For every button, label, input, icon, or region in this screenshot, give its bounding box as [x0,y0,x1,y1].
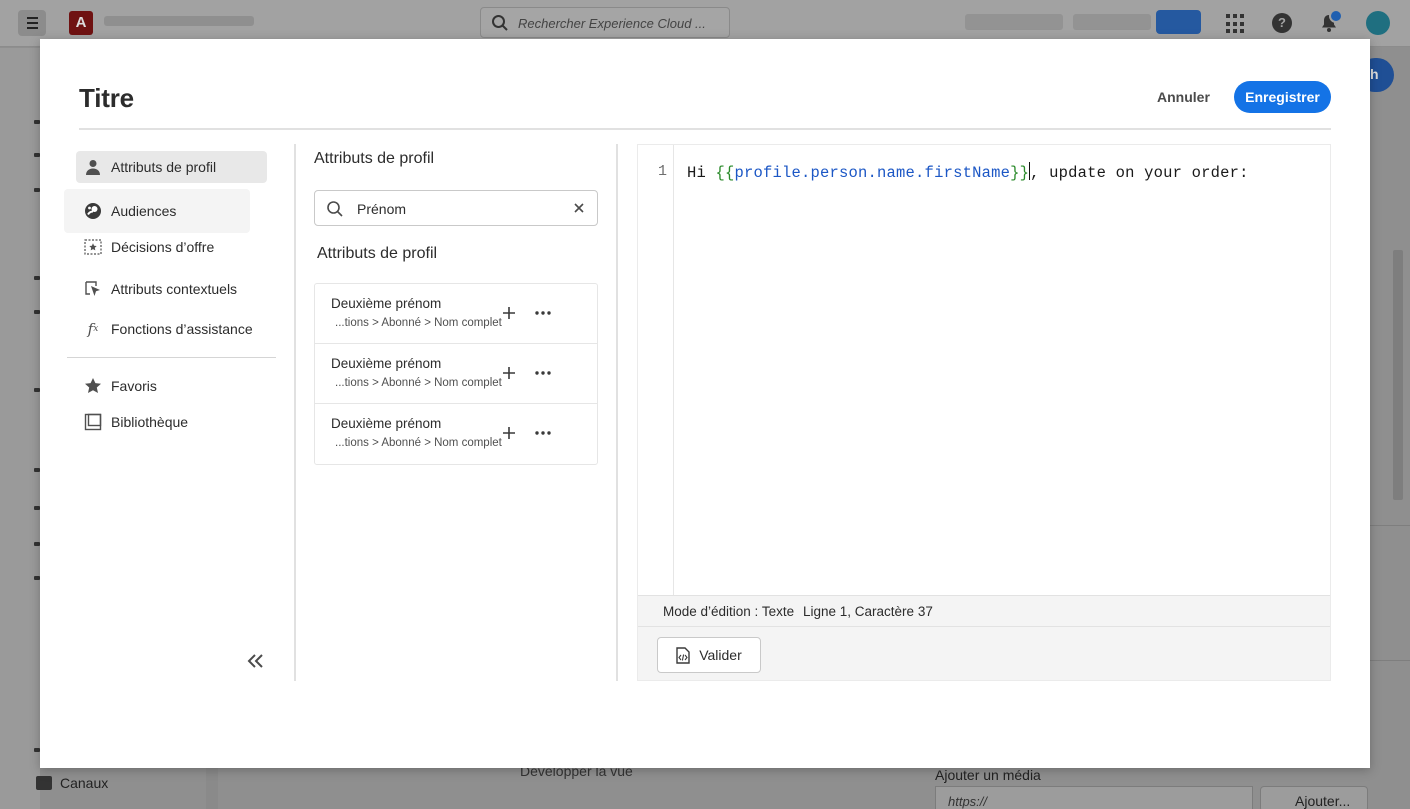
divider [1370,660,1410,661]
add-icon[interactable] [500,424,518,442]
scrollbar[interactable] [1393,250,1403,500]
nav-item-audiences[interactable]: Audiences [64,189,250,233]
list-item[interactable]: Deuxième prénom ...tions > Abonné > Nom … [315,344,597,404]
library-icon [84,413,102,431]
menu-icon[interactable] [18,10,46,36]
nav-item-channels[interactable]: Canaux [36,775,108,791]
save-button[interactable]: Enregistrer [1234,81,1331,113]
app-name-placeholder [104,16,254,26]
environment-badge[interactable] [1156,10,1201,34]
attribute-search-input[interactable] [357,199,557,219]
more-icon[interactable] [533,364,553,382]
validate-button[interactable]: Valider [657,637,761,673]
code-close-brace: }} [1010,164,1030,182]
attribute-name: Deuxième prénom [331,416,442,431]
attribute-search[interactable] [314,190,598,226]
attribute-path: ...tions > Abonné > Nom complet [335,377,502,389]
search-icon [492,15,508,31]
validate-code-icon [676,646,690,664]
global-search-placeholder: Rechercher Experience Cloud ... [518,16,706,31]
help-icon[interactable]: ? [1272,13,1292,33]
nav-item-label: Fonctions d’assistance [111,321,253,337]
cancel-button[interactable]: Annuler [1143,81,1224,113]
audience-icon [84,202,102,220]
scrollbar[interactable] [206,768,218,809]
sandbox-selector[interactable] [1073,14,1151,30]
nav-item-library[interactable]: Bibliothèque [76,406,267,438]
expression-editor[interactable]: 1 Hi {{profile.person.name.firstName}}, … [637,144,1331,681]
nav-item-label: Décisions d’offre [111,239,215,255]
global-search[interactable]: Rechercher Experience Cloud ... [480,7,730,38]
notification-badge [1329,9,1343,23]
media-url-field[interactable]: https:// [935,786,1253,809]
dialog-title: Titre [79,83,134,113]
code-open-brace: {{ [715,164,735,182]
attribute-name: Deuxième prénom [331,296,442,311]
attribute-path: ...tions > Abonné > Nom complet [335,317,502,329]
list-item[interactable]: Deuxième prénom ...tions > Abonné > Nom … [315,284,597,344]
offer-decision-icon [84,238,102,256]
code-expression: profile.person.name.firstName [734,164,1011,182]
add-icon[interactable] [500,304,518,322]
cursor-position-status: Ligne 1, Caractère 37 [803,604,933,619]
attribute-name: Deuxième prénom [331,356,442,371]
cursor-select-icon [84,280,102,298]
nav-item-channels-label: Canaux [60,775,109,791]
search-icon [327,201,343,217]
code-text: , update on your order: [1030,164,1249,182]
add-icon[interactable] [500,364,518,382]
nav-item-label: Favoris [111,378,157,394]
apps-grid-icon[interactable] [1226,14,1246,34]
nav-item-label: Audiences [111,203,177,219]
code-text: Hi [687,164,716,182]
personalization-dialog: Titre Annuler Enregistrer Attributs de p… [40,39,1370,768]
avatar[interactable] [1366,11,1390,35]
editor-footer: Valider [638,627,1330,680]
more-icon[interactable] [533,424,553,442]
double-chevron-left-icon[interactable] [246,651,266,671]
left-rail [0,48,40,809]
nav-item-helper-functions[interactable]: fx Fonctions d’assistance [76,313,267,345]
attribute-results-list: Deuxième prénom ...tions > Abonné > Nom … [314,283,598,465]
adobe-logo: A [69,11,93,35]
add-media-button[interactable]: Ajouter... [1260,786,1368,809]
divider [1370,525,1410,526]
add-media-label: Ajouter un média [935,767,1041,783]
line-gutter: 1 [638,145,674,595]
results-heading: Attributs de profil [317,245,438,262]
panel-divider [294,144,296,681]
star-icon [84,377,102,395]
function-icon: fx [87,320,99,338]
list-item[interactable]: Deuxième prénom ...tions > Abonné > Nom … [315,404,597,464]
attribute-path: ...tions > Abonné > Nom complet [335,437,502,449]
nav-item-label: Bibliothèque [111,414,189,430]
nav-item-label: Attributs contextuels [111,281,238,297]
nav-item-contextual-attributes[interactable]: Attributs contextuels [76,273,267,305]
panel-divider [616,144,618,681]
editor-status-bar: Mode d’édition : Texte Ligne 1, Caractèr… [638,595,1330,627]
panel-heading: Attributs de profil [314,150,435,167]
user-icon [84,158,102,176]
edit-mode-status: Mode d’édition : Texte [663,604,795,619]
more-icon[interactable] [533,304,553,322]
validate-button-label: Valider [699,647,742,663]
nav-item-label: Attributs de profil [111,159,217,175]
org-selector[interactable] [965,14,1063,30]
nav-item-favorites[interactable]: Favoris [76,370,267,402]
nav-item-profile-attributes[interactable]: Attributs de profil [76,151,267,183]
code-line[interactable]: Hi {{profile.person.name.firstName}}, up… [687,162,1249,182]
close-icon[interactable] [572,201,586,215]
divider [67,357,276,358]
channels-icon [36,776,52,790]
nav-item-offer-decisions[interactable]: Décisions d’offre [76,231,267,263]
divider [79,128,1331,130]
line-number: 1 [658,163,668,180]
